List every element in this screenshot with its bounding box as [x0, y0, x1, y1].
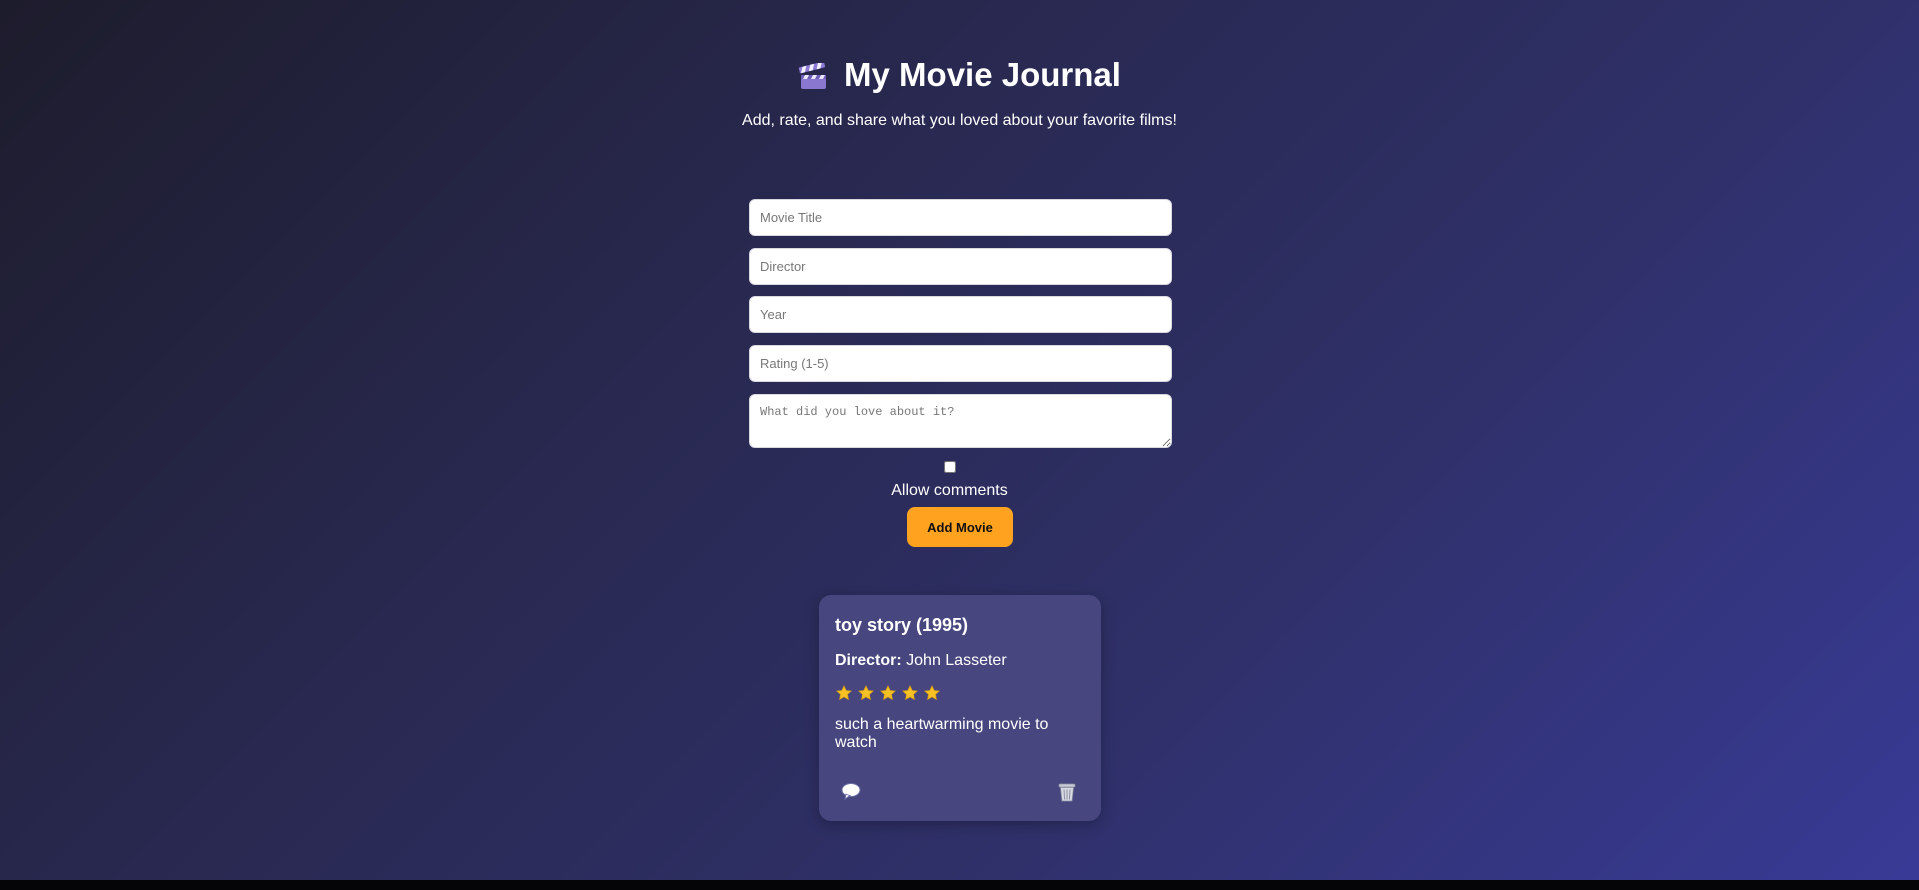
rating-input[interactable] — [749, 345, 1172, 382]
director-input[interactable] — [749, 248, 1172, 285]
star-icon — [857, 684, 875, 702]
add-movie-form — [749, 199, 1172, 448]
comment-button[interactable] — [839, 781, 863, 803]
movie-card-title: toy story (1995) — [835, 615, 969, 635]
movie-card-actions — [835, 781, 1085, 803]
allow-comments-row: Allow comments — [0, 460, 1919, 500]
movie-card: toy story (1995) Director: John Lasseter… — [819, 595, 1101, 821]
director-name: John Lasseter — [906, 652, 1007, 669]
star-icon — [879, 684, 897, 702]
star-icon — [835, 684, 853, 702]
star-rating — [835, 684, 1085, 704]
delete-button[interactable] — [1055, 781, 1079, 803]
page-title-text: My Movie Journal — [844, 56, 1121, 93]
star-icon — [923, 684, 941, 702]
header: My Movie Journal Add, rate, and share wh… — [0, 56, 1919, 130]
allow-comments-checkbox[interactable] — [943, 461, 956, 473]
clapperboard-icon — [798, 61, 828, 89]
page-title: My Movie Journal — [798, 56, 1121, 94]
movie-title-input[interactable] — [749, 199, 1172, 236]
movie-card-director: Director: John Lasseter — [835, 652, 1085, 670]
allow-comments-label[interactable]: Allow comments — [0, 482, 1909, 500]
year-input[interactable] — [749, 296, 1172, 333]
app-page: My Movie Journal Add, rate, and share wh… — [0, 0, 1919, 880]
review-textarea[interactable] — [749, 394, 1172, 448]
director-label: Director: — [835, 652, 902, 669]
add-movie-button[interactable]: Add Movie — [907, 507, 1013, 547]
trash-icon — [1056, 783, 1078, 806]
bottom-bar — [0, 880, 1919, 890]
page-subtitle: Add, rate, and share what you loved abou… — [742, 112, 1177, 129]
movie-card-review: such a heartwarming movie to watch — [835, 716, 1049, 751]
star-icon — [901, 684, 919, 702]
speech-bubble-icon — [840, 783, 862, 804]
